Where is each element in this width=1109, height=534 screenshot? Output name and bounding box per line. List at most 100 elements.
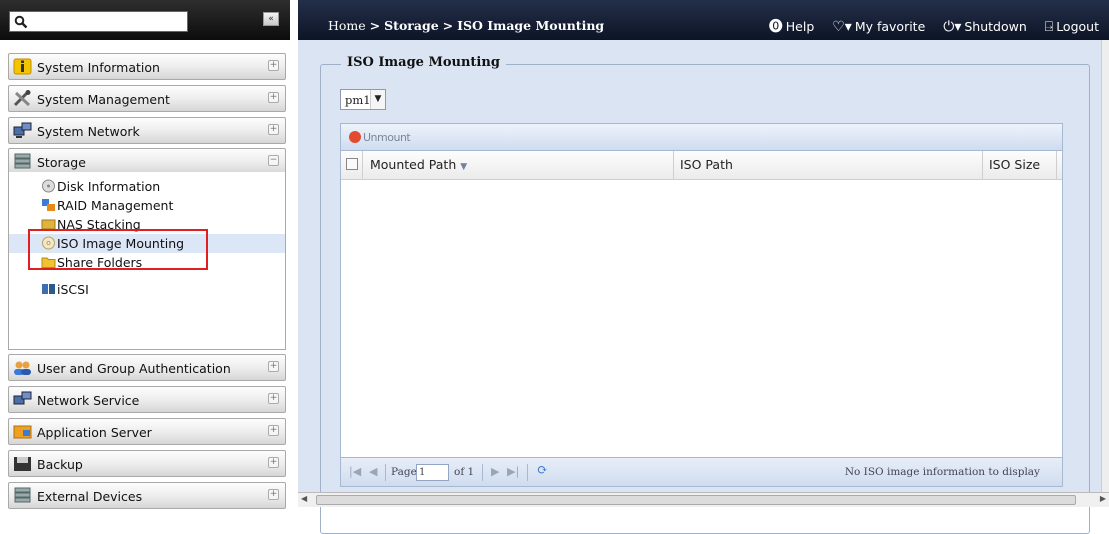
- column-iso-path[interactable]: ISO Path: [674, 151, 983, 179]
- favorite-link[interactable]: ♡▾ My favorite: [832, 19, 926, 35]
- unmount-button[interactable]: Unmount: [349, 131, 411, 144]
- grid-header: Mounted Path ▼ ISO Path ISO Size: [341, 151, 1062, 180]
- external-devices-icon: [14, 487, 31, 503]
- expand-icon[interactable]: +: [268, 92, 279, 103]
- sidebar-section-user-and-group-authentication[interactable]: User and Group Authentication +: [8, 354, 286, 381]
- sidebar-section-label: Backup: [37, 457, 83, 472]
- sidebar-section-system-information[interactable]: System Information +: [8, 53, 286, 80]
- sidebar-section-network-service[interactable]: Network Service +: [8, 386, 286, 413]
- last-page-icon[interactable]: ▶|: [507, 465, 519, 478]
- raid-icon: [42, 199, 55, 211]
- column-label: ISO Path: [680, 157, 733, 172]
- vertical-scrollbar[interactable]: [1101, 40, 1109, 492]
- sidebar-item-iscsi[interactable]: iSCSI: [9, 280, 285, 299]
- column-label: ISO Size: [989, 157, 1041, 172]
- app-server-icon: [13, 425, 32, 439]
- tools-icon: [13, 90, 31, 107]
- breadcrumb-separator: >: [369, 18, 381, 33]
- expand-icon[interactable]: +: [268, 393, 279, 404]
- collapse-sidebar-button[interactable]: «: [263, 12, 279, 26]
- sidebar-header: «: [0, 0, 290, 40]
- network-icon: [13, 122, 32, 138]
- column-iso-size[interactable]: ISO Size: [983, 151, 1057, 179]
- separator: [385, 464, 386, 481]
- main-area: Home > Storage > ISO Image Mounting ⓿ Hel…: [298, 0, 1109, 534]
- scrollbar-thumb[interactable]: [316, 495, 1076, 505]
- first-page-icon[interactable]: |◀: [349, 465, 361, 478]
- breadcrumb-home[interactable]: Home: [328, 18, 366, 33]
- shutdown-label: Shutdown: [964, 19, 1027, 34]
- search-box[interactable]: [9, 11, 188, 32]
- users-icon: [14, 361, 31, 375]
- scroll-right-icon[interactable]: ▶: [1100, 494, 1106, 503]
- select-all-column: [341, 151, 363, 179]
- highlight-box: [28, 229, 208, 270]
- sort-desc-icon: ▼: [460, 162, 468, 172]
- scroll-left-icon[interactable]: ◀: [301, 494, 307, 503]
- top-bar: Home > Storage > ISO Image Mounting ⓿ Hel…: [298, 0, 1109, 40]
- panel-title: ISO Image Mounting: [341, 55, 506, 70]
- column-mounted-path[interactable]: Mounted Path ▼: [363, 151, 674, 179]
- sidebar-section-label: Application Server: [37, 425, 152, 440]
- iscsi-icon: [42, 284, 55, 294]
- separator: [527, 464, 528, 481]
- page-label: Page: [391, 466, 417, 478]
- sidebar-item-disk-information[interactable]: Disk Information: [9, 177, 285, 196]
- sidebar-item-raid-management[interactable]: RAID Management: [9, 196, 285, 215]
- shutdown-link[interactable]: ⏻▾ Shutdown: [943, 19, 1027, 35]
- breadcrumb-current: ISO Image Mounting: [457, 18, 605, 33]
- expand-icon[interactable]: +: [268, 60, 279, 71]
- separator: [482, 464, 483, 481]
- help-label: Help: [785, 19, 815, 34]
- device-select-value: pm1: [345, 93, 371, 107]
- prev-page-icon[interactable]: ◀: [369, 465, 377, 478]
- chevron-down-icon[interactable]: ▼: [370, 90, 385, 109]
- favorite-label: My favorite: [854, 19, 926, 34]
- sidebar-section-label: Storage: [37, 155, 86, 170]
- breadcrumb: Home > Storage > ISO Image Mounting: [328, 18, 604, 33]
- page-of-label: of 1: [454, 466, 475, 478]
- sidebar-section-storage[interactable]: Storage −: [8, 148, 286, 175]
- help-icon: ⓿: [768, 19, 783, 35]
- collapse-icon[interactable]: −: [268, 155, 279, 166]
- sidebar-section-label: User and Group Authentication: [37, 361, 231, 376]
- sidebar-item-label: RAID Management: [57, 198, 174, 213]
- power-icon: ⏻▾: [943, 19, 962, 35]
- select-all-checkbox[interactable]: [346, 158, 358, 170]
- disk-icon: [42, 179, 55, 193]
- expand-icon[interactable]: +: [268, 361, 279, 372]
- search-icon: [14, 15, 28, 29]
- backup-icon: [14, 457, 31, 471]
- expand-icon[interactable]: +: [268, 489, 279, 500]
- sidebar-section-label: Network Service: [37, 393, 140, 408]
- grid-toolbar: Unmount: [341, 124, 1062, 151]
- device-select[interactable]: pm1 ▼: [340, 89, 386, 110]
- expand-icon[interactable]: +: [268, 457, 279, 468]
- logout-link[interactable]: ⍈ Logout: [1044, 19, 1099, 35]
- next-page-icon[interactable]: ▶: [491, 465, 499, 478]
- column-label: Mounted Path: [370, 157, 457, 172]
- logout-icon: ⍈: [1044, 19, 1054, 35]
- sidebar-section-label: External Devices: [37, 489, 143, 504]
- sidebar-section-label: System Management: [37, 92, 170, 107]
- top-links: ⓿ Help ♡▾ My favorite ⏻▾ Shutdown ⍈ Logout: [755, 16, 1099, 36]
- sidebar-section-system-network[interactable]: System Network +: [8, 117, 286, 144]
- sidebar-section-backup[interactable]: Backup +: [8, 450, 286, 477]
- horizontal-scrollbar[interactable]: ◀ ▶: [298, 492, 1109, 507]
- sidebar-section-external-devices[interactable]: External Devices +: [8, 482, 286, 509]
- help-link[interactable]: ⓿ Help: [768, 19, 815, 35]
- unmount-label: Unmount: [363, 131, 411, 144]
- sidebar-item-label: iSCSI: [57, 282, 89, 297]
- storage-icon: [14, 153, 31, 169]
- breadcrumb-storage[interactable]: Storage: [384, 18, 439, 33]
- network-service-icon: [13, 391, 32, 405]
- unmount-icon: [349, 131, 361, 143]
- sidebar-section-system-management[interactable]: System Management +: [8, 85, 286, 112]
- search-input[interactable]: [30, 13, 185, 30]
- page-number-input[interactable]: 1: [416, 464, 449, 481]
- sidebar-item-label: Disk Information: [57, 179, 161, 194]
- refresh-icon[interactable]: ⟳: [537, 463, 548, 478]
- sidebar-section-application-server[interactable]: Application Server +: [8, 418, 286, 445]
- expand-icon[interactable]: +: [268, 124, 279, 135]
- expand-icon[interactable]: +: [268, 425, 279, 436]
